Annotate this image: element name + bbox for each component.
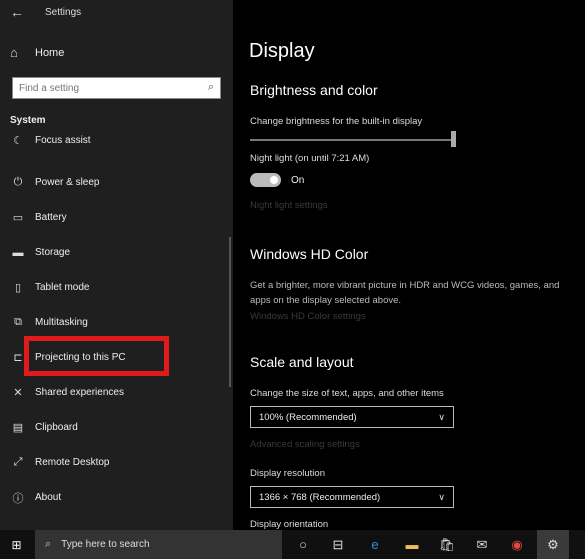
chrome-icon[interactable]: ◉ <box>501 530 533 559</box>
home-label: Home <box>35 46 65 59</box>
highlight-box <box>24 336 169 376</box>
sidebar-item-label: Tablet mode <box>35 282 90 293</box>
hd-color-heading: Windows HD Color <box>250 246 369 262</box>
sidebar-item-about[interactable]: ⓘ About <box>0 480 226 515</box>
sidebar-item-label: Multitasking <box>35 317 88 328</box>
settings-gear-icon[interactable]: ⚙ <box>537 530 569 559</box>
scale-value: 100% (Recommended) <box>259 411 357 423</box>
toggle-knob <box>270 176 278 184</box>
sidebar-item-label: Storage <box>35 247 71 258</box>
page-title: Display <box>249 40 315 62</box>
resolution-value: 1366 × 768 (Recommended) <box>259 491 381 503</box>
battery-icon: ▭ <box>12 212 24 224</box>
sidebar-item-label: Clipboard <box>35 422 78 433</box>
tablet-icon: ▯ <box>14 282 22 294</box>
sidebar-item-focus-assist[interactable]: ☾ Focus assist <box>0 130 226 150</box>
sidebar-item-clipboard[interactable]: ▤ Clipboard <box>0 410 226 445</box>
settings-search-input[interactable] <box>13 78 193 99</box>
shared-icon: ✕ <box>13 387 23 399</box>
hd-color-settings-link[interactable]: Windows HD Color settings <box>250 311 366 322</box>
store-icon[interactable]: 🛍 <box>431 530 463 559</box>
scale-heading: Scale and layout <box>250 354 354 370</box>
sidebar-item-multitasking[interactable]: ⧉ Multitasking <box>0 305 226 340</box>
brightness-heading: Brightness and color <box>250 82 378 98</box>
sidebar-item-label: Battery <box>35 212 67 223</box>
night-light-label: Night light (on until 7:21 AM) <box>250 153 370 164</box>
taskbar: ⊞ ⌕ Type here to search ○ ⊟ e ▬ 🛍 ✉ ◉ ⚙ <box>0 530 585 559</box>
sidebar-item-remote-desktop[interactable]: ⤢ Remote Desktop <box>0 445 226 480</box>
windows-logo-icon: ⊞ <box>11 537 22 552</box>
back-arrow-icon[interactable]: ← <box>10 4 24 20</box>
remote-desktop-icon: ⤢ <box>13 456 23 468</box>
settings-search-box[interactable]: ⌕ <box>12 77 221 99</box>
search-icon: ⌕ <box>45 538 52 550</box>
search-icon: ⌕ <box>207 81 214 93</box>
brightness-slider[interactable] <box>250 139 455 141</box>
section-label: System <box>10 115 46 126</box>
info-icon: ⓘ <box>12 492 24 505</box>
night-light-toggle[interactable] <box>250 173 281 187</box>
orientation-label: Display orientation <box>250 519 329 530</box>
power-icon: ⏻ <box>13 176 23 188</box>
start-button[interactable]: ⊞ <box>0 530 33 559</box>
advanced-scaling-link[interactable]: Advanced scaling settings <box>250 439 360 450</box>
sidebar-item-label: Power & sleep <box>35 177 100 188</box>
sidebar-item-battery[interactable]: ▭ Battery <box>0 200 226 235</box>
task-view-icon[interactable]: ⊟ <box>322 530 354 559</box>
sidebar-item-storage[interactable]: ▬ Storage <box>0 235 226 270</box>
settings-sidebar: ← Settings ⌂ Home ⌕ System ☾ Focus assis… <box>0 0 233 530</box>
sidebar-item-tablet-mode[interactable]: ▯ Tablet mode <box>0 270 226 305</box>
file-explorer-icon[interactable]: ▬ <box>396 530 428 559</box>
storage-icon: ▬ <box>12 246 24 259</box>
cortana-icon[interactable]: ○ <box>287 530 319 559</box>
toggle-state-label: On <box>291 175 305 186</box>
resolution-dropdown[interactable]: 1366 × 768 (Recommended) ∨ <box>250 486 454 508</box>
resolution-label: Display resolution <box>250 468 325 479</box>
sidebar-scrollbar[interactable] <box>229 237 231 387</box>
brightness-slider-label: Change brightness for the built-in displ… <box>250 116 423 127</box>
sidebar-item-label: Focus assist <box>35 134 91 146</box>
multitasking-icon: ⧉ <box>14 316 22 328</box>
moon-icon: ☾ <box>13 134 23 147</box>
hd-color-description: Get a brighter, more vibrant picture in … <box>250 280 560 306</box>
sidebar-item-shared-experiences[interactable]: ✕ Shared experiences <box>0 375 226 410</box>
chevron-down-icon: ∨ <box>438 491 445 502</box>
title-bar: ← Settings <box>0 0 233 26</box>
text-size-label: Change the size of text, apps, and other… <box>250 388 444 399</box>
edge-icon[interactable]: e <box>359 530 391 559</box>
sidebar-item-label: About <box>35 492 62 503</box>
sidebar-item-label: Shared experiences <box>35 387 124 398</box>
taskbar-search[interactable]: ⌕ Type here to search <box>35 530 282 559</box>
home-nav-item[interactable]: ⌂ Home <box>10 45 64 60</box>
scale-dropdown[interactable]: 100% (Recommended) ∨ <box>250 406 454 428</box>
app-title: Settings <box>45 7 82 18</box>
sidebar-item-label: Remote Desktop <box>35 457 110 468</box>
taskbar-search-placeholder: Type here to search <box>61 539 150 550</box>
sidebar-item-power-sleep[interactable]: ⏻ Power & sleep <box>0 165 226 200</box>
chevron-down-icon: ∨ <box>438 411 445 422</box>
home-icon: ⌂ <box>10 45 18 60</box>
clipboard-icon: ▤ <box>12 422 24 434</box>
brightness-slider-thumb[interactable] <box>451 131 456 147</box>
mail-icon[interactable]: ✉ <box>466 530 498 559</box>
display-settings-panel: Display Brightness and color Change brig… <box>233 0 585 530</box>
night-light-settings-link[interactable]: Night light settings <box>250 200 328 211</box>
